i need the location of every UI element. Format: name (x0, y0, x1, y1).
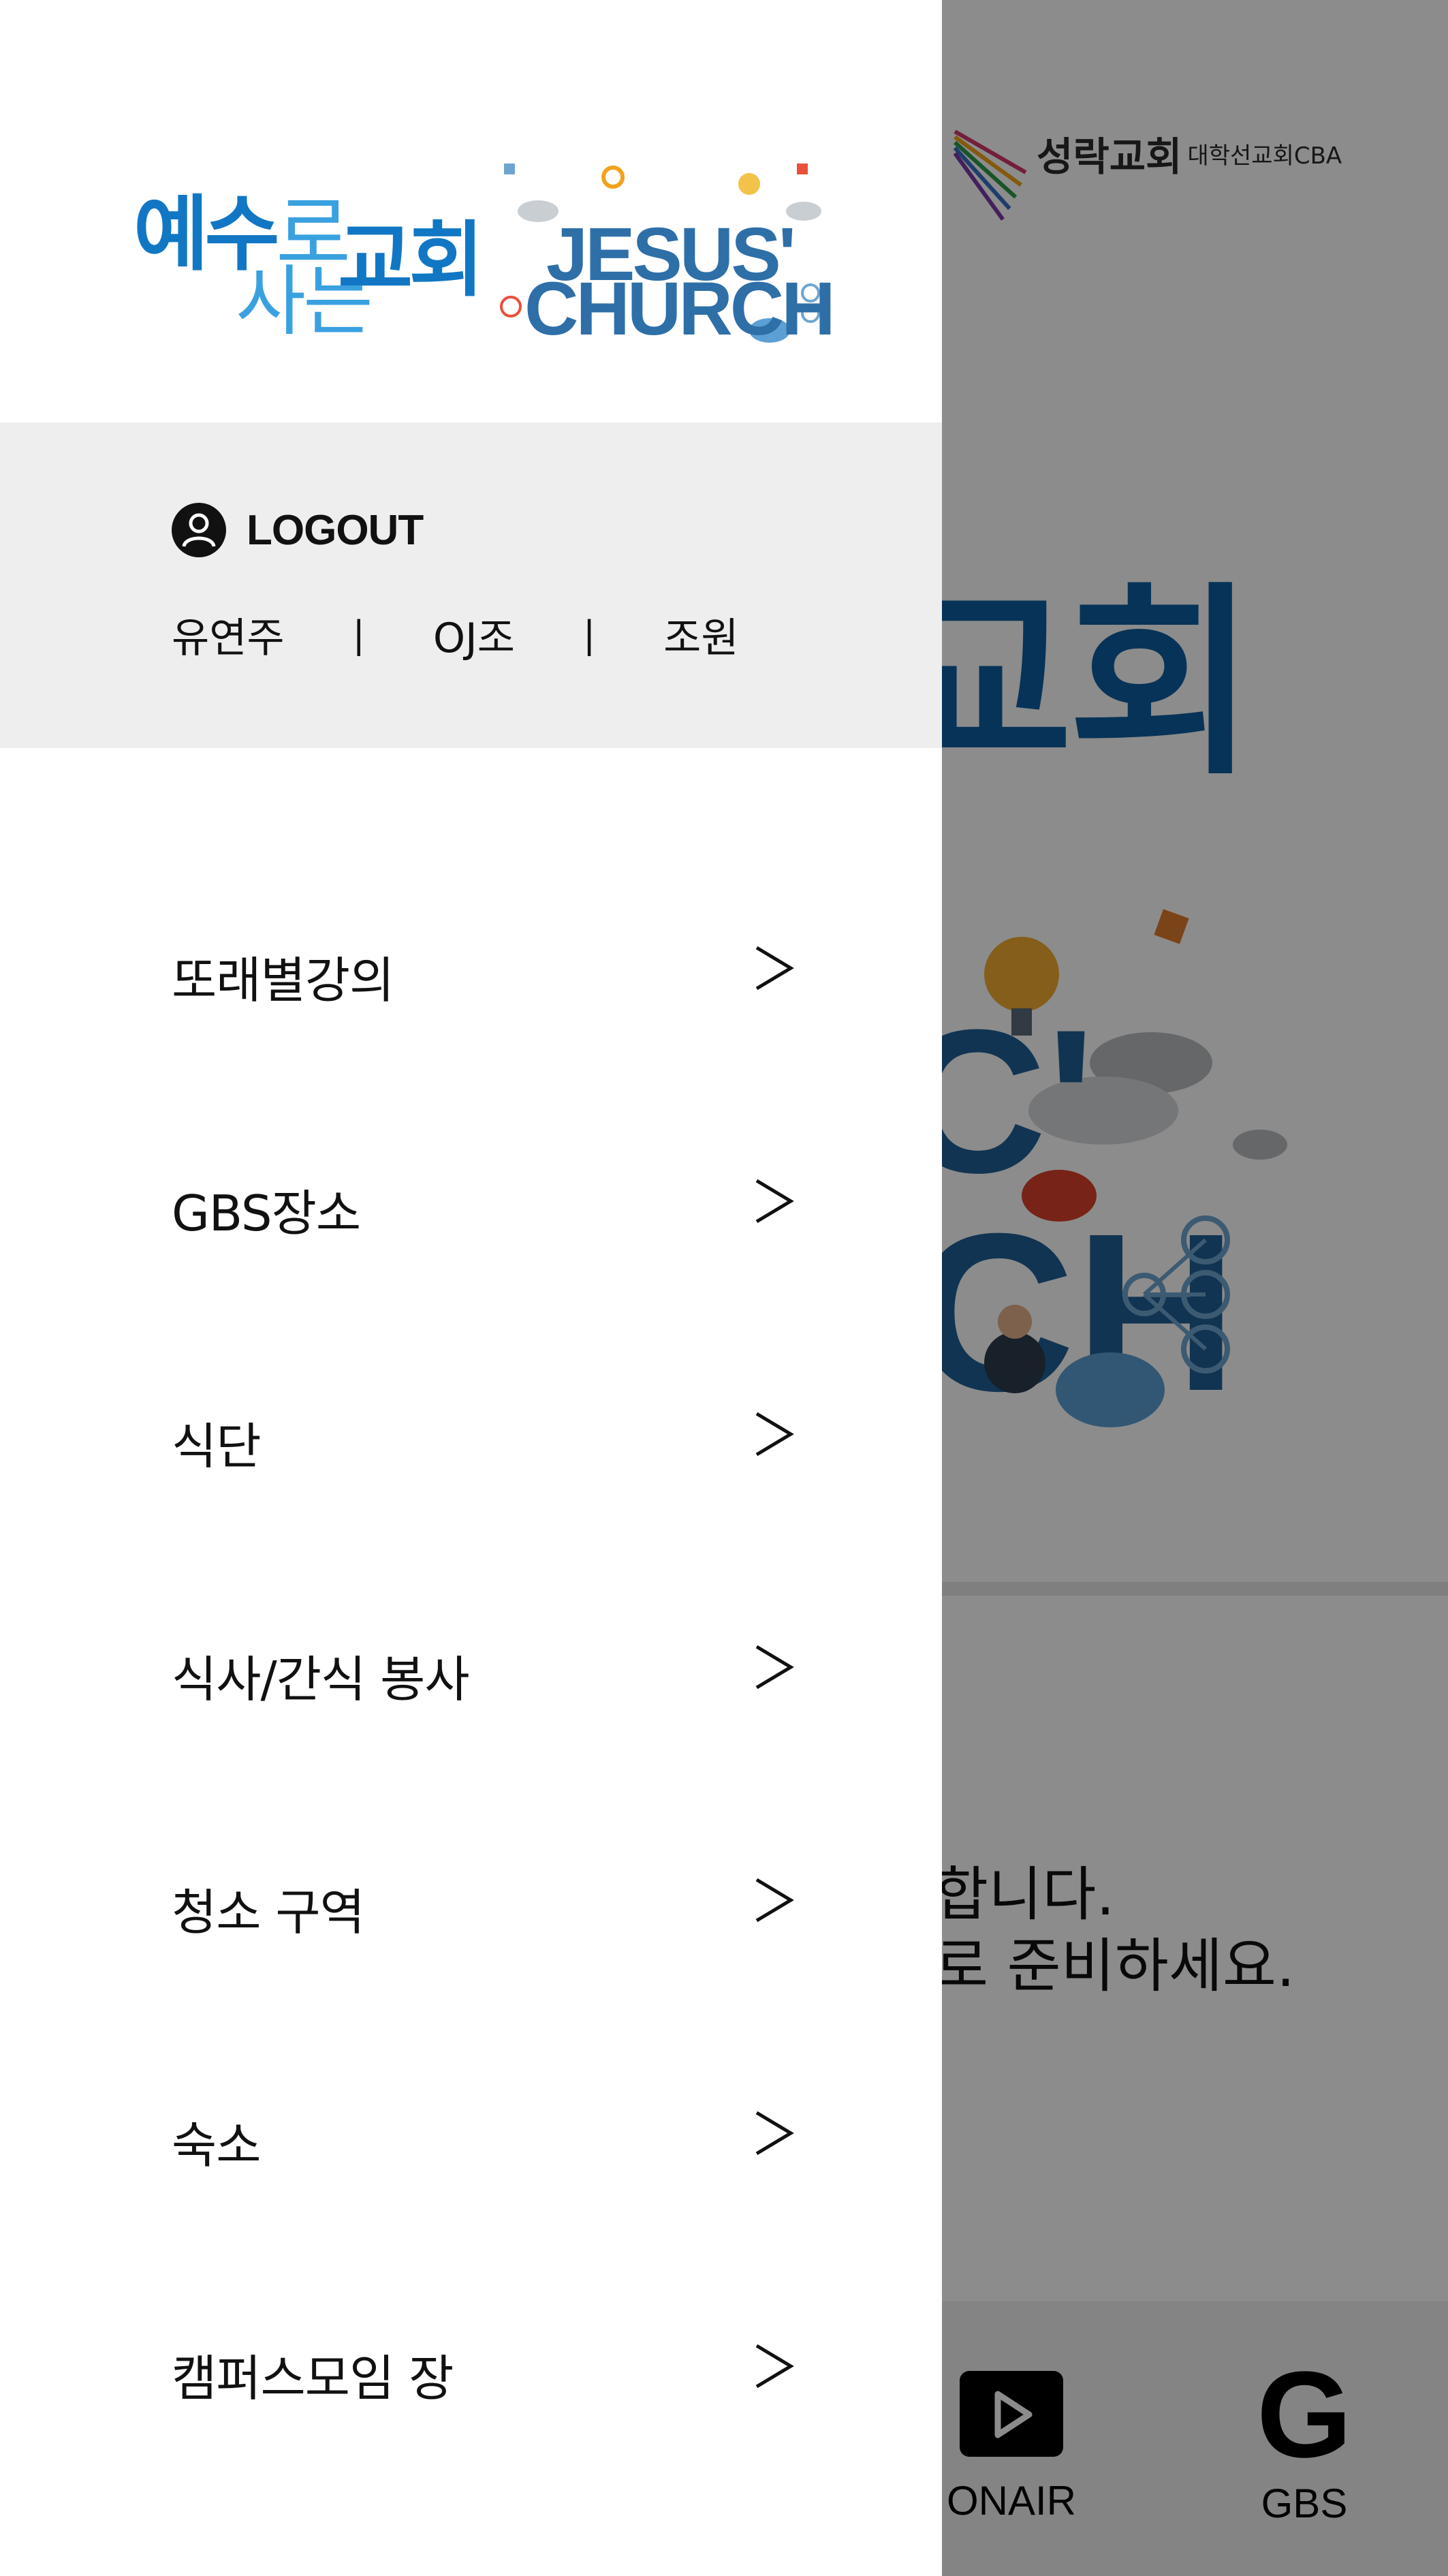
menu-item-label: 청소 구역 (172, 1884, 365, 1941)
menu-item-meal-menu[interactable]: 식단 (0, 1372, 942, 1508)
jesus-church-logo: JESUS' CHURCH (484, 150, 851, 351)
menu-item-label: GBS장소 (172, 1185, 361, 1242)
menu-item-lectures[interactable]: 또래별강의 (0, 906, 942, 1042)
menu-item-cleaning-area[interactable]: 청소 구역 (0, 1838, 942, 1974)
separator: | (582, 613, 596, 656)
menu-item-label: 식사/간식 봉사 (172, 1651, 470, 1708)
chevron-right-icon (755, 1878, 794, 1923)
slogan-logo-korean: 예수로 교회 사는 (133, 168, 488, 346)
user-name: 유연주 (172, 615, 285, 662)
chevron-right-icon (755, 1412, 794, 1457)
user-group: OJ조 (432, 615, 515, 662)
logout-button[interactable]: LOGOUT (172, 503, 424, 557)
menu-item-lodging[interactable]: 숙소 (0, 2071, 942, 2207)
user-meta: 유연주 | OJ조 | 조원 (172, 605, 739, 664)
chevron-right-icon (755, 1645, 794, 1690)
user-info-panel: LOGOUT 유연주 | OJ조 | 조원 (0, 422, 942, 748)
chevron-right-icon (755, 1179, 794, 1224)
menu-item-gbs-location[interactable]: GBS장소 (0, 1139, 942, 1275)
separator: | (352, 613, 365, 656)
logo-word-church: CHURCH (524, 267, 836, 351)
menu-item-label: 숙소 (172, 2117, 261, 2174)
user-icon (172, 503, 226, 557)
menu-item-campus-meeting[interactable]: 캠퍼스모임 장 (0, 2304, 942, 2440)
user-role: 조원 (663, 615, 739, 662)
chevron-right-icon (755, 946, 794, 991)
menu-item-label: 캠퍼스모임 장 (172, 2350, 454, 2407)
logout-label: LOGOUT (247, 506, 424, 554)
menu-item-meal-volunteer[interactable]: 식사/간식 봉사 (0, 1605, 942, 1741)
chevron-right-icon (755, 2111, 794, 2156)
drawer-header: 예수로 교회 사는 JESUS' CHURCH (0, 0, 942, 422)
menu-item-label: 또래별강의 (172, 952, 394, 1009)
navigation-drawer: 예수로 교회 사는 JESUS' CHURCH LOGOUT 유연주 | OJ조… (0, 0, 942, 2576)
slogan-line2: 사는 (236, 258, 373, 346)
menu-item-label: 식단 (172, 1418, 261, 1475)
chevron-right-icon (755, 2344, 794, 2389)
